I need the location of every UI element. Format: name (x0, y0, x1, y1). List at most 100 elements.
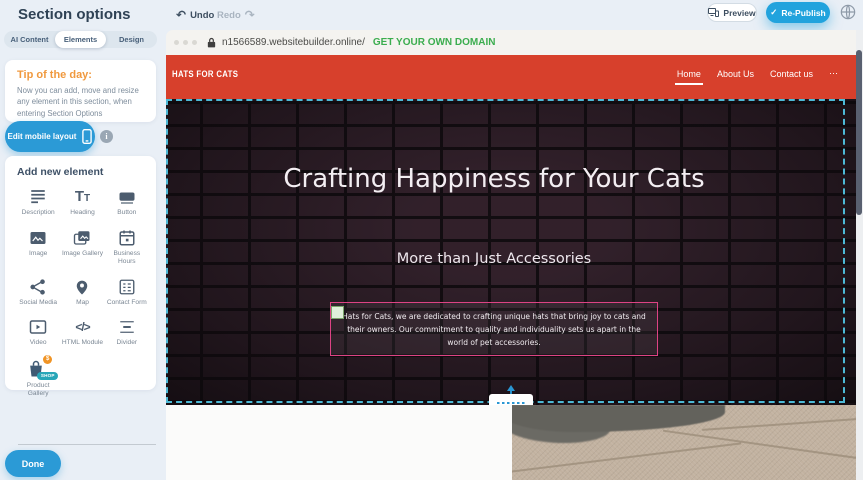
get-domain-link[interactable]: GET YOUR OWN DOMAIN (373, 37, 496, 48)
description-icon (29, 188, 47, 206)
hero-paragraph[interactable]: Hats for Cats, we are dedicated to craft… (340, 310, 648, 349)
contact-form-icon (118, 278, 136, 296)
element-grid: Description TT Heading Button Image (17, 188, 148, 399)
social-media-icon (29, 278, 47, 296)
nav-about-us[interactable]: About Us (717, 69, 754, 79)
tip-body: Now you can add, move and resize any ele… (17, 85, 144, 119)
next-section-background (166, 405, 512, 480)
element-item-image[interactable]: Image (17, 229, 59, 267)
page-title: Section options (18, 6, 131, 23)
element-item-image-gallery[interactable]: Image Gallery (61, 229, 103, 267)
tab-design[interactable]: Design (106, 31, 157, 48)
html-module-icon: </> (75, 318, 89, 336)
sidebar-divider (18, 444, 156, 445)
element-drag-handle[interactable] (331, 306, 344, 319)
arrow-up-icon (507, 385, 515, 391)
element-label: Social Media (19, 299, 57, 308)
image-icon (29, 229, 47, 247)
divider-icon (118, 318, 136, 336)
check-icon: ✓ (770, 7, 777, 18)
element-item-heading[interactable]: TT Heading (61, 188, 103, 218)
element-item-social-media[interactable]: Social Media (17, 278, 59, 308)
undo-label: Undo (190, 10, 214, 21)
tip-title: Tip of the day: (17, 69, 144, 81)
done-label: Done (22, 459, 45, 469)
button-icon (118, 188, 136, 206)
carpet-seam (512, 442, 741, 473)
nav-contact-us[interactable]: Contact us (770, 69, 813, 79)
tab-ai-content[interactable]: AI Content (4, 31, 55, 48)
browser-chrome: n1566589.websitebuilder.online/ GET YOUR… (166, 30, 863, 55)
devices-icon (708, 8, 719, 17)
undo-button[interactable]: ↶ Undo (176, 8, 214, 22)
element-item-contact-form[interactable]: Contact Form (106, 278, 148, 308)
element-label: Heading (70, 209, 95, 218)
element-label: Map (76, 299, 89, 308)
element-label: Product Gallery (17, 382, 59, 399)
add-element-panel: Add new element Description TT Heading B… (5, 156, 156, 390)
globe-icon[interactable] (840, 4, 856, 20)
hero-subheading[interactable]: More than Just Accessories (294, 251, 694, 267)
element-label: Contact Form (107, 299, 147, 308)
phone-icon (82, 129, 92, 144)
done-button[interactable]: Done (5, 450, 61, 477)
next-section-photo (512, 405, 856, 480)
selected-paragraph-box[interactable]: Hats for Cats, we are dedicated to craft… (330, 302, 658, 356)
add-element-title: Add new element (17, 166, 148, 178)
sidebar-tabs: AI Content Elements Design (4, 31, 157, 48)
site-logo[interactable]: HATS FOR CATS (172, 69, 238, 80)
redo-button[interactable]: Redo ↷ (217, 8, 255, 22)
element-item-divider[interactable]: Divider (106, 318, 148, 348)
carpet-seam (702, 417, 856, 430)
element-item-button[interactable]: Button (106, 188, 148, 218)
video-icon (29, 318, 47, 336)
grip-dots-icon (497, 402, 525, 404)
site-nav: Home About Us Contact us ⋯ (677, 68, 838, 79)
window-dot (192, 40, 197, 45)
tab-label: Elements (64, 35, 97, 44)
info-glyph: i (105, 132, 107, 141)
preview-button[interactable]: Preview (707, 3, 757, 22)
window-dots (174, 40, 197, 45)
element-label: Divider (117, 339, 138, 348)
element-label: Button (117, 209, 136, 218)
tab-label: Design (119, 35, 144, 44)
product-gallery-icon: $ SHOP (26, 359, 50, 379)
window-dot (174, 40, 179, 45)
element-item-business-hours[interactable]: Business Hours (106, 229, 148, 267)
element-item-video[interactable]: Video (17, 318, 59, 348)
photo-shadow-shape (512, 405, 725, 432)
element-item-product-gallery[interactable]: $ SHOP Product Gallery (17, 359, 59, 399)
business-hours-icon (118, 229, 136, 247)
product-badge-icon: $ (43, 355, 52, 364)
window-dot (183, 40, 188, 45)
tab-elements[interactable]: Elements (55, 31, 106, 48)
edit-mobile-label: Edit mobile layout (8, 132, 77, 141)
hero-heading[interactable]: Crafting Happiness for Your Cats (254, 161, 734, 198)
element-item-map[interactable]: Map (61, 278, 103, 308)
lock-icon (207, 37, 216, 48)
scrollbar-thumb[interactable] (856, 50, 862, 215)
element-label: Video (30, 339, 47, 348)
nav-home[interactable]: Home (677, 69, 701, 79)
nav-more-icon[interactable]: ⋯ (829, 68, 838, 79)
undo-icon: ↶ (176, 8, 186, 22)
element-item-html-module[interactable]: </> HTML Module (61, 318, 103, 348)
site-header: HATS FOR CATS Home About Us Contact us ⋯ (166, 55, 856, 99)
redo-icon: ↷ (245, 8, 255, 22)
map-pin-icon (73, 278, 91, 296)
heading-icon: TT (75, 188, 90, 206)
element-label: Image (29, 250, 47, 259)
info-icon[interactable]: i (100, 130, 113, 143)
element-label: Description (22, 209, 55, 218)
image-gallery-icon (73, 229, 91, 247)
element-label: Image Gallery (62, 250, 103, 259)
url-text[interactable]: n1566589.websitebuilder.online/ (222, 37, 365, 48)
republish-button[interactable]: ✓ Re-Publish (766, 2, 830, 23)
edit-mobile-layout-button[interactable]: Edit mobile layout (5, 121, 95, 152)
element-item-description[interactable]: Description (17, 188, 59, 218)
app-window: Section options ↶ Undo Redo ↷ Preview ✓ … (0, 0, 863, 480)
element-label: Business Hours (106, 250, 148, 267)
preview-label: Preview (723, 8, 755, 18)
tab-label: AI Content (11, 35, 49, 44)
